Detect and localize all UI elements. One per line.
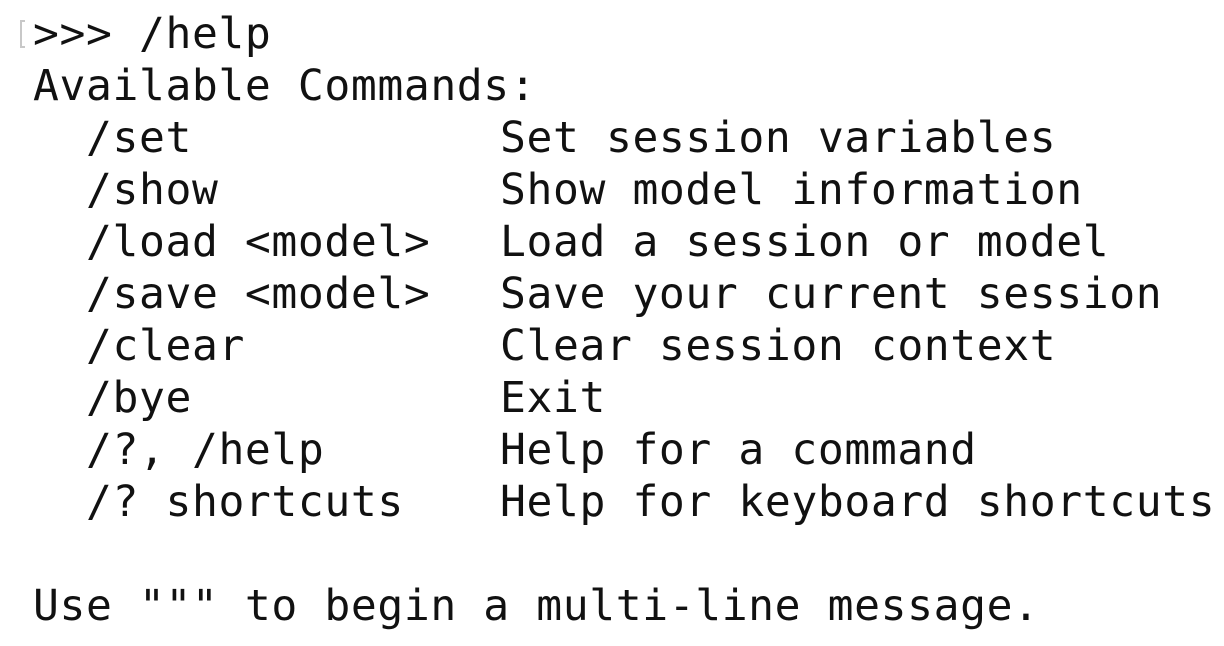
command-description: Help for a command — [500, 425, 977, 475]
command-name: /? shortcuts — [86, 477, 404, 527]
command-name: /save <model> — [86, 269, 431, 319]
command-row-bye: /bye Exit — [0, 372, 1224, 424]
command-description: Show model information — [500, 165, 1083, 215]
command-description: Exit — [500, 373, 606, 423]
command-name: /bye — [86, 373, 192, 423]
command-description: Clear session context — [500, 321, 1057, 371]
available-commands-heading: Available Commands: — [33, 61, 537, 111]
command-description: Load a session or model — [500, 217, 1110, 267]
command-row-load: /load <model> Load a session or model — [0, 216, 1224, 268]
command-description: Save your current session — [500, 269, 1163, 319]
command-description: Help for keyboard shortcuts — [500, 477, 1216, 527]
command-name: /clear — [86, 321, 245, 371]
prompt-symbol: >>> — [33, 9, 113, 59]
command-name: /?, /help — [86, 425, 325, 475]
command-row-help: /?, /help Help for a command — [0, 424, 1224, 476]
command-row-save: /save <model> Save your current session — [0, 268, 1224, 320]
line-marker-icon — [20, 20, 25, 48]
multiline-hint: Use """ to begin a multi-line message. — [33, 581, 1040, 631]
command-name: /load <model> — [86, 217, 431, 267]
command-name: /show — [86, 165, 219, 215]
command-row-set: /set Set session variables — [0, 112, 1224, 164]
command-row-shortcuts: /? shortcuts Help for keyboard shortcuts — [0, 476, 1224, 528]
command-row-show: /show Show model information — [0, 164, 1224, 216]
command-name: /set — [86, 113, 192, 163]
command-row-clear: /clear Clear session context — [0, 320, 1224, 372]
command-description: Set session variables — [500, 113, 1057, 163]
prompt-line: >>> /help — [33, 8, 271, 60]
entered-command: /help — [138, 9, 272, 59]
terminal-window[interactable]: >>> /help Available Commands: /set Set s… — [0, 0, 1224, 646]
